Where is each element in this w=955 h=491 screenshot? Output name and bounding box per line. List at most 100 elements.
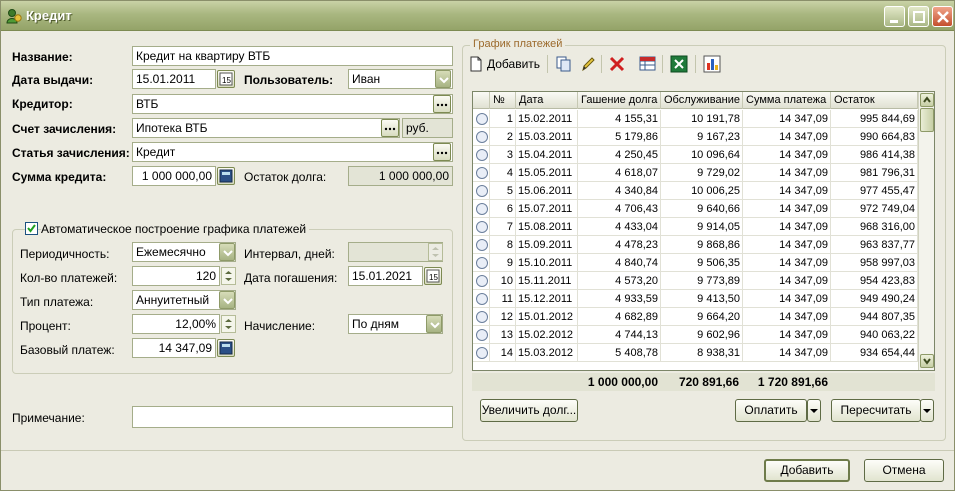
account-input[interactable]: Ипотека ВТБ — [132, 118, 400, 138]
amount-input[interactable]: 1 000 000,00 — [132, 166, 216, 186]
chart-report-icon[interactable] — [703, 55, 721, 73]
table-row[interactable]: 14 15.03.2012 5 408,78 8 938,31 14 347,09 934… — [473, 344, 918, 362]
note-input[interactable] — [132, 406, 453, 428]
scroll-thumb[interactable] — [920, 108, 934, 132]
maximize-button[interactable] — [908, 6, 929, 27]
table-row[interactable]: 7 15.08.2011 4 433,04 9 914,05 14 347,09 968 … — [473, 218, 918, 236]
auto-schedule-checkbox[interactable] — [25, 222, 38, 235]
cell-principal: 4 340,84 — [578, 182, 661, 200]
recalculate-dropdown-button[interactable] — [920, 399, 934, 422]
table-row[interactable]: 8 15.09.2011 4 478,23 9 868,86 14 347,09 963 … — [473, 236, 918, 254]
amount-label: Сумма кредита: — [12, 170, 107, 184]
name-input[interactable]: Кредит на квартиру ВТБ — [132, 46, 453, 66]
header-remaining[interactable]: Остаток — [831, 92, 918, 109]
account-browse-button[interactable] — [381, 119, 399, 137]
grid-totals-row: 1 000 000,00 720 891,66 1 720 891,66 — [472, 373, 935, 391]
count-input[interactable]: 120 — [132, 266, 220, 286]
table-row[interactable]: 6 15.07.2011 4 706,43 9 640,66 14 347,09 972 … — [473, 200, 918, 218]
table-row[interactable]: 5 15.06.2011 4 340,84 10 006,25 14 347,09 977… — [473, 182, 918, 200]
article-browse-button[interactable] — [433, 143, 451, 161]
pay-dropdown-button[interactable] — [807, 399, 821, 422]
excel-export-icon[interactable] — [670, 55, 688, 73]
table-row[interactable]: 3 15.04.2011 4 250,45 10 096,64 14 347,09 986… — [473, 146, 918, 164]
calendar-icon: 15 — [426, 269, 440, 283]
pay-button[interactable]: Оплатить — [735, 399, 807, 422]
chevron-down-icon — [430, 322, 440, 329]
header-number[interactable]: № — [490, 92, 516, 109]
edit-pencil-icon[interactable] — [579, 55, 597, 73]
minimize-button[interactable] — [884, 6, 905, 27]
cell-date: 15.07.2011 — [516, 200, 578, 218]
date-input[interactable]: 15.01.2011 — [132, 69, 216, 89]
delete-icon[interactable] — [608, 55, 626, 73]
period-label: Периодичность: — [20, 247, 110, 261]
account-currency: руб. — [402, 118, 453, 138]
cell-payment: 14 347,09 — [743, 110, 831, 128]
add-button[interactable]: Добавить — [764, 459, 850, 482]
cell-number: 1 — [490, 110, 516, 128]
cell-remaining: 990 664,83 — [831, 128, 918, 146]
header-service[interactable]: Обслуживание — [661, 92, 743, 109]
table-row[interactable]: 11 15.12.2011 4 933,59 9 413,50 14 347,09 949… — [473, 290, 918, 308]
table-row[interactable]: 1 15.02.2011 4 155,31 10 191,78 14 347,09 995… — [473, 110, 918, 128]
header-payment[interactable]: Сумма платежа — [743, 92, 831, 109]
accrual-dropdown-button[interactable] — [426, 315, 442, 333]
recalculate-button[interactable]: Пересчитать — [831, 399, 921, 422]
auto-schedule-label: Автоматическое построение графика платеж… — [41, 222, 310, 236]
clock-icon — [476, 131, 488, 143]
total-service: 720 891,66 — [678, 375, 739, 389]
creditor-browse-button[interactable] — [433, 95, 451, 113]
user-dropdown-button[interactable] — [435, 70, 451, 88]
increase-debt-button[interactable]: Увеличить долг... — [480, 399, 578, 422]
cell-service: 9 602,96 — [661, 326, 743, 344]
scroll-up-button[interactable] — [920, 93, 934, 107]
close-button[interactable] — [932, 6, 953, 27]
table-row[interactable]: 4 15.05.2011 4 618,07 9 729,02 14 347,09 981 … — [473, 164, 918, 182]
cancel-button[interactable]: Отмена — [864, 459, 944, 482]
cell-payment: 14 347,09 — [743, 344, 831, 362]
footer-divider — [1, 450, 954, 451]
base-payment-calculator-button[interactable] — [217, 339, 235, 357]
calendar-icon: 15 — [219, 72, 233, 86]
row-status-cell — [473, 164, 490, 182]
copy-icon[interactable] — [555, 55, 573, 73]
base-payment-input[interactable]: 14 347,09 — [132, 338, 216, 358]
period-dropdown-button[interactable] — [219, 243, 235, 261]
date-calendar-button[interactable]: 15 — [217, 70, 235, 88]
grid-vertical-scrollbar[interactable] — [918, 92, 934, 370]
interval-spinner[interactable] — [428, 243, 443, 261]
table-settings-icon[interactable] — [639, 55, 657, 73]
repay-date-input[interactable]: 15.01.2021 — [348, 266, 423, 286]
cell-principal: 4 744,13 — [578, 326, 661, 344]
table-row[interactable]: 9 15.10.2011 4 840,74 9 506,35 14 347,09 958 … — [473, 254, 918, 272]
cell-payment: 14 347,09 — [743, 200, 831, 218]
table-row[interactable]: 12 15.01.2012 4 682,89 9 664,20 14 347,09 944… — [473, 308, 918, 326]
table-row[interactable]: 13 15.02.2012 4 744,13 9 602,96 14 347,09 940… — [473, 326, 918, 344]
creditor-input[interactable]: ВТБ — [132, 94, 453, 114]
table-row[interactable]: 10 15.11.2011 4 573,20 9 773,89 14 347,09 954… — [473, 272, 918, 290]
header-date[interactable]: Дата — [516, 92, 578, 109]
cell-service: 10 006,25 — [661, 182, 743, 200]
count-spinner[interactable] — [221, 267, 236, 285]
cell-payment: 14 347,09 — [743, 272, 831, 290]
type-dropdown-button[interactable] — [219, 291, 235, 309]
toolbar-separator — [601, 55, 602, 73]
cell-payment: 14 347,09 — [743, 290, 831, 308]
percent-input[interactable]: 12,00% — [132, 314, 220, 334]
percent-spinner[interactable] — [221, 315, 236, 333]
accrual-label: Начисление: — [244, 319, 316, 333]
amount-calculator-button[interactable] — [217, 167, 235, 185]
clock-icon — [476, 257, 488, 269]
row-status-cell — [473, 218, 490, 236]
payments-grid[interactable]: № Дата Гашение долга Обслуживание Сумма … — [472, 91, 935, 371]
table-row[interactable]: 2 15.03.2011 5 179,86 9 167,23 14 347,09 990 … — [473, 128, 918, 146]
article-input[interactable]: Кредит — [132, 142, 453, 162]
header-principal[interactable]: Гашение долга — [578, 92, 661, 109]
title-bar[interactable]: Кредит — [1, 1, 954, 31]
repay-date-calendar-button[interactable]: 15 — [424, 267, 442, 285]
clock-icon — [476, 293, 488, 305]
scroll-down-button[interactable] — [920, 354, 934, 368]
row-status-cell — [473, 308, 490, 326]
schedule-add-button[interactable]: Добавить — [468, 55, 540, 73]
cell-date: 15.04.2011 — [516, 146, 578, 164]
